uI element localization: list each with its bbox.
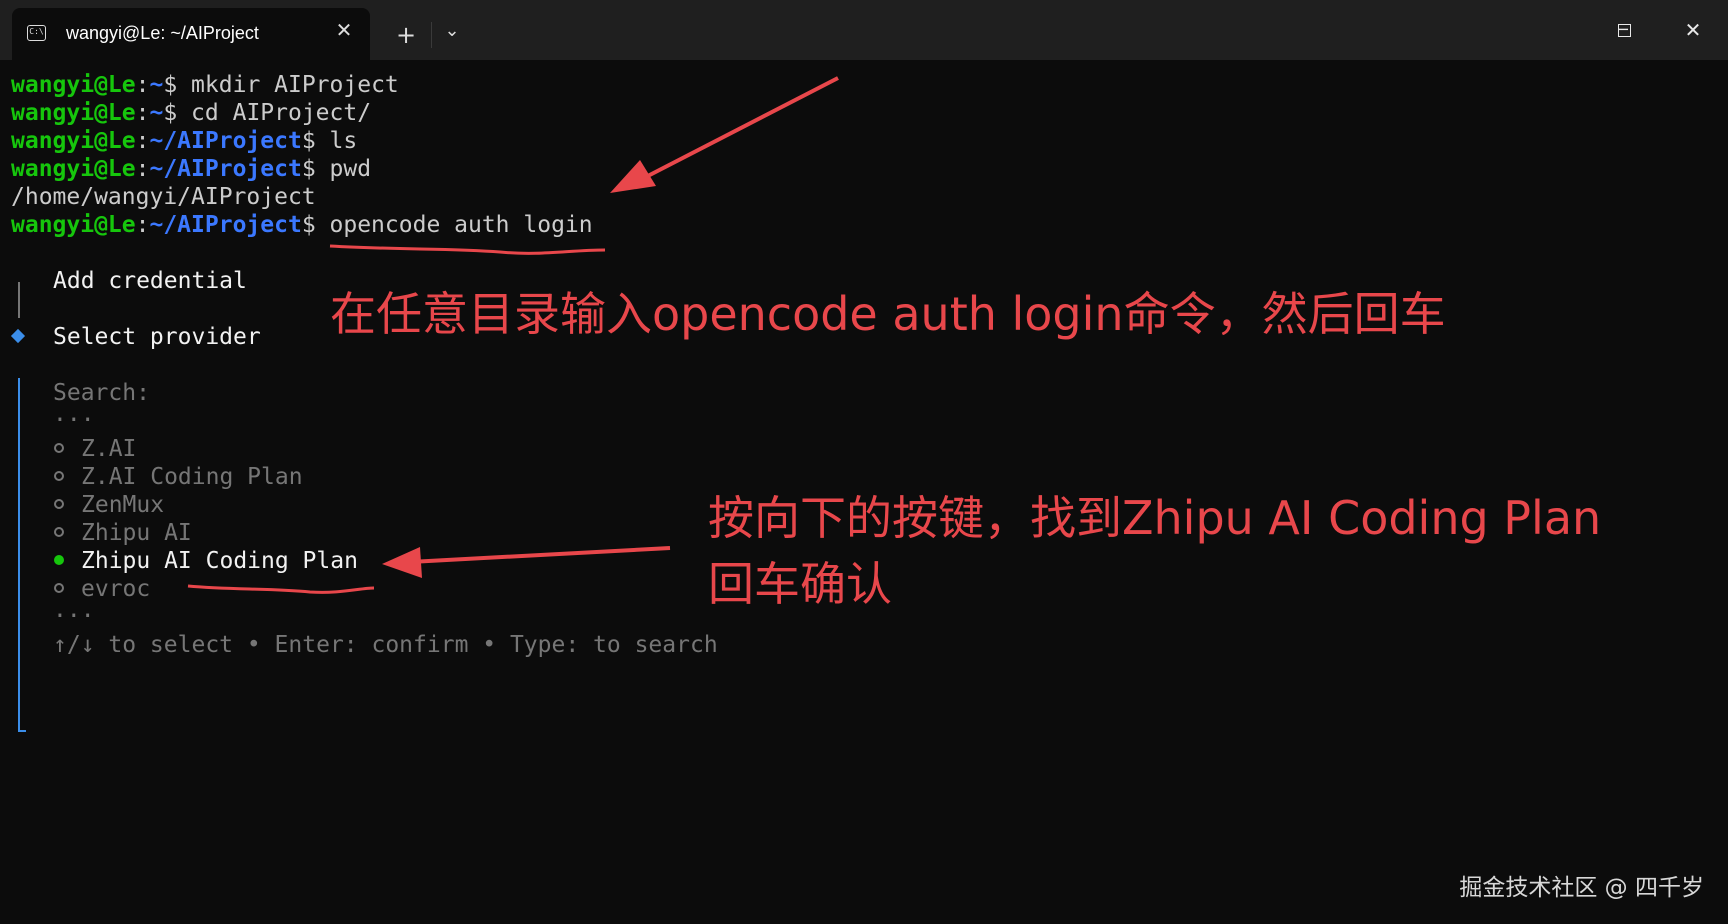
annotation-arrow-2-head bbox=[382, 547, 422, 578]
annotation-step2-line2: 回车确认 bbox=[708, 557, 892, 611]
annotation-overlay bbox=[187, 76, 839, 594]
annotation-underline-2 bbox=[187, 584, 375, 594]
annotation-step1: 在任意目录输入opencode auth login命令，然后回车 bbox=[330, 287, 1446, 341]
annotation-arrow-2 bbox=[409, 546, 671, 564]
annotation-underline-1 bbox=[329, 244, 606, 255]
annotation-arrow-1 bbox=[639, 76, 839, 182]
watermark: 掘金技术社区 @ 四千岁 bbox=[1459, 875, 1704, 901]
annotation-step2-line1: 按向下的按键，找到Zhipu AI Coding Plan bbox=[708, 491, 1602, 545]
annotation-arrow-1-head bbox=[610, 160, 656, 193]
